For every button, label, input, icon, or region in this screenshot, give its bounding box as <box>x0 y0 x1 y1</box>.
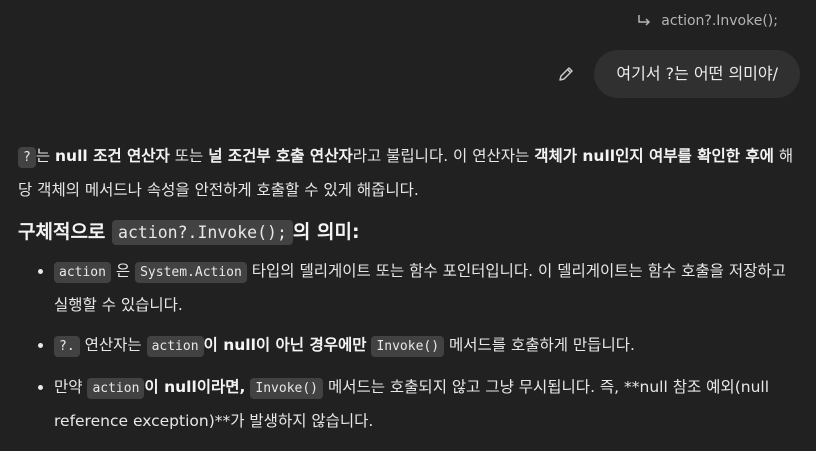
inline-code: action <box>87 378 145 399</box>
inline-code: System.Action <box>135 262 247 283</box>
text: 연산자는 <box>79 336 147 354</box>
text: 은 <box>110 262 136 280</box>
intro-paragraph: ? 는 null 조건 연산자 또는 널 조건부 호출 연산자라고 불립니다. 이… <box>18 140 800 206</box>
bold-text: 객체가 null인지 여부를 확인한 후에 <box>534 147 774 165</box>
bold-text: 이 null이라면, <box>144 378 246 396</box>
text: 라고 불립니다. 이 연산자는 <box>352 147 535 165</box>
reply-arrow-icon <box>635 12 653 30</box>
inline-code: action <box>146 336 204 357</box>
inline-code: ? <box>18 147 36 168</box>
inline-code: action?.Invoke(); <box>112 220 293 245</box>
heading-prefix: 구체적으로 <box>18 221 113 243</box>
quoted-text: action?.Invoke(); <box>661 13 778 29</box>
assistant-response: ? 는 null 조건 연산자 또는 널 조건부 호출 연산자라고 불립니다. 이… <box>18 140 800 445</box>
chat-canvas: action?.Invoke(); 여기서 ?는 어떤 의미야/ ? 는 null… <box>0 0 816 451</box>
list-item: action 은 System.Action 타입의 델리게이트 또는 함수 포… <box>54 255 800 321</box>
inline-code: Invoke() <box>371 336 445 357</box>
pencil-icon[interactable] <box>556 64 576 84</box>
text: 만약 <box>54 378 88 396</box>
bold-text: 이 null이 아닌 경우에만 <box>203 336 367 354</box>
list-item: ?. 연산자는 action이 null이 아닌 경우에만 Invoke() 메… <box>54 329 800 363</box>
text: 메서드를 호출하게 만듭니다. <box>444 336 635 354</box>
inline-code: Invoke() <box>250 378 324 399</box>
quoted-reference[interactable]: action?.Invoke(); <box>635 12 778 30</box>
user-message-bubble: 여기서 ?는 어떤 의미야/ <box>594 50 800 98</box>
bold-text: 널 조건부 호출 연산자 <box>208 147 353 165</box>
heading-suffix: 의 의미: <box>292 221 360 243</box>
section-heading: 구체적으로 action?.Invoke(); 의 의미: <box>18 214 800 251</box>
user-message-row: 여기서 ?는 어떤 의미야/ <box>556 50 800 98</box>
inline-code: ?. <box>54 336 80 357</box>
bullet-list: action 은 System.Action 타입의 델리게이트 또는 함수 포… <box>18 255 800 437</box>
inline-code: action <box>54 262 111 283</box>
text: 는 <box>35 147 56 165</box>
list-item: 만약 action이 null이라면, Invoke() 메서드는 호출되지 않… <box>54 371 800 437</box>
bold-text: null 조건 연산자 <box>55 147 170 165</box>
text: 또는 <box>169 147 209 165</box>
